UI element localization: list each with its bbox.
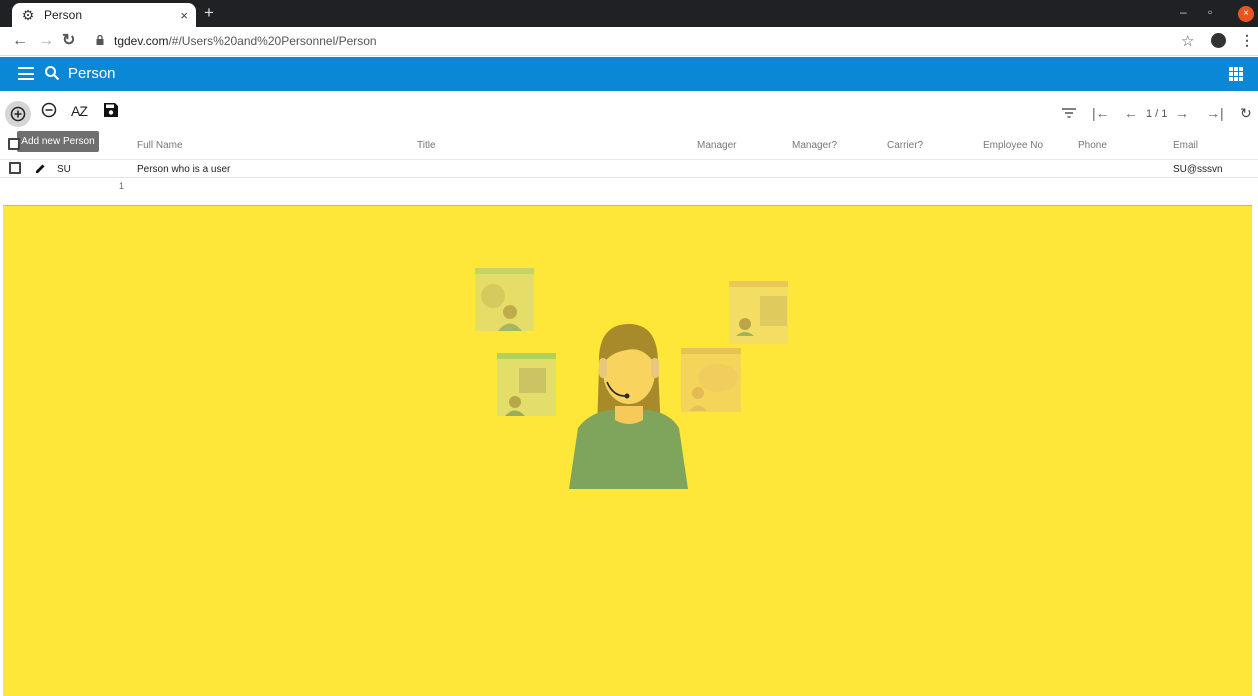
filter-icon[interactable] [1062,108,1076,118]
column-header-carrier[interactable]: Carrier? [887,140,923,151]
gear-favicon-icon: ⚙ [21,7,35,23]
select-all-checkbox[interactable] [8,138,20,150]
minimize-window-icon[interactable]: – [1180,5,1187,19]
column-header-is-manager[interactable]: Manager? [792,140,837,151]
column-header-phone[interactable]: Phone [1078,140,1107,151]
page-title: Person [68,65,116,82]
browser-tab-bar: ⚙ Person × + – ▫ × [0,0,1258,27]
forward-icon[interactable]: → [38,32,54,50]
menu-icon[interactable] [18,67,34,80]
page-indicator: 1 / 1 [1146,108,1168,120]
row-full-name: Person who is a user [137,164,231,175]
close-tab-icon[interactable]: × [180,8,188,23]
row-code: SU [57,164,71,175]
chat-window-4 [681,348,741,412]
column-header-full-name[interactable]: Full Name [137,140,183,151]
record-count: 1 [119,181,125,191]
back-icon[interactable]: ← [12,32,28,50]
reload-icon[interactable]: ↻ [62,32,75,50]
previous-page-icon[interactable]: ← [1124,106,1138,120]
edit-pencil-icon[interactable] [35,163,46,174]
new-tab-icon[interactable]: + [204,4,214,22]
tab-title: Person [44,8,83,22]
chat-window-3 [729,281,788,344]
next-page-icon[interactable]: → [1175,106,1189,120]
bookmark-star-icon[interactable]: ☆ [1181,32,1194,50]
browser-tab[interactable]: ⚙ Person × [12,3,196,27]
grid-header: Full Name Title Manager Manager? Carrier… [0,133,1258,160]
apps-grid-icon[interactable] [1229,67,1243,81]
empty-state-banner [3,205,1252,696]
add-circle-icon [10,106,26,122]
last-page-icon[interactable]: →| [1206,106,1224,120]
url-path: /#/Users%20and%20Personnel/Person [168,34,377,48]
add-button[interactable] [5,101,31,127]
agent-figure [569,324,688,489]
chat-window-1 [475,268,534,331]
column-header-manager[interactable]: Manager [697,140,736,151]
maximize-window-icon[interactable]: ▫ [1208,5,1212,19]
lock-icon [96,35,104,45]
support-agent-illustration [475,268,788,489]
row-email: SU@sssvn [1173,164,1223,175]
url-field[interactable]: tgdev.com/#/Users%20and%20Personnel/Pers… [114,34,377,48]
sort-az-icon[interactable]: AZ [71,103,88,119]
refresh-icon[interactable]: ↻ [1240,106,1252,120]
row-checkbox[interactable] [9,162,21,174]
table-row[interactable]: SU Person who is a user SU@sssvn [0,160,1258,178]
browser-menu-icon[interactable]: ⋮ [1240,32,1254,49]
first-page-icon[interactable]: |← [1092,106,1110,120]
save-icon[interactable] [104,103,118,117]
close-window-icon[interactable]: × [1238,6,1254,22]
browser-address-bar: ← → ↻ tgdev.com/#/Users%20and%20Personne… [0,27,1258,56]
column-header-title[interactable]: Title [417,140,436,151]
column-header-employee-no[interactable]: Employee No [983,140,1043,151]
remove-circle-icon[interactable] [41,102,57,118]
column-header-email[interactable]: Email [1173,140,1198,151]
url-host: tgdev.com [114,34,169,48]
search-icon[interactable] [44,65,60,81]
app-header: Person [0,57,1258,91]
account-icon[interactable] [1211,33,1226,48]
chat-window-2 [497,353,556,416]
